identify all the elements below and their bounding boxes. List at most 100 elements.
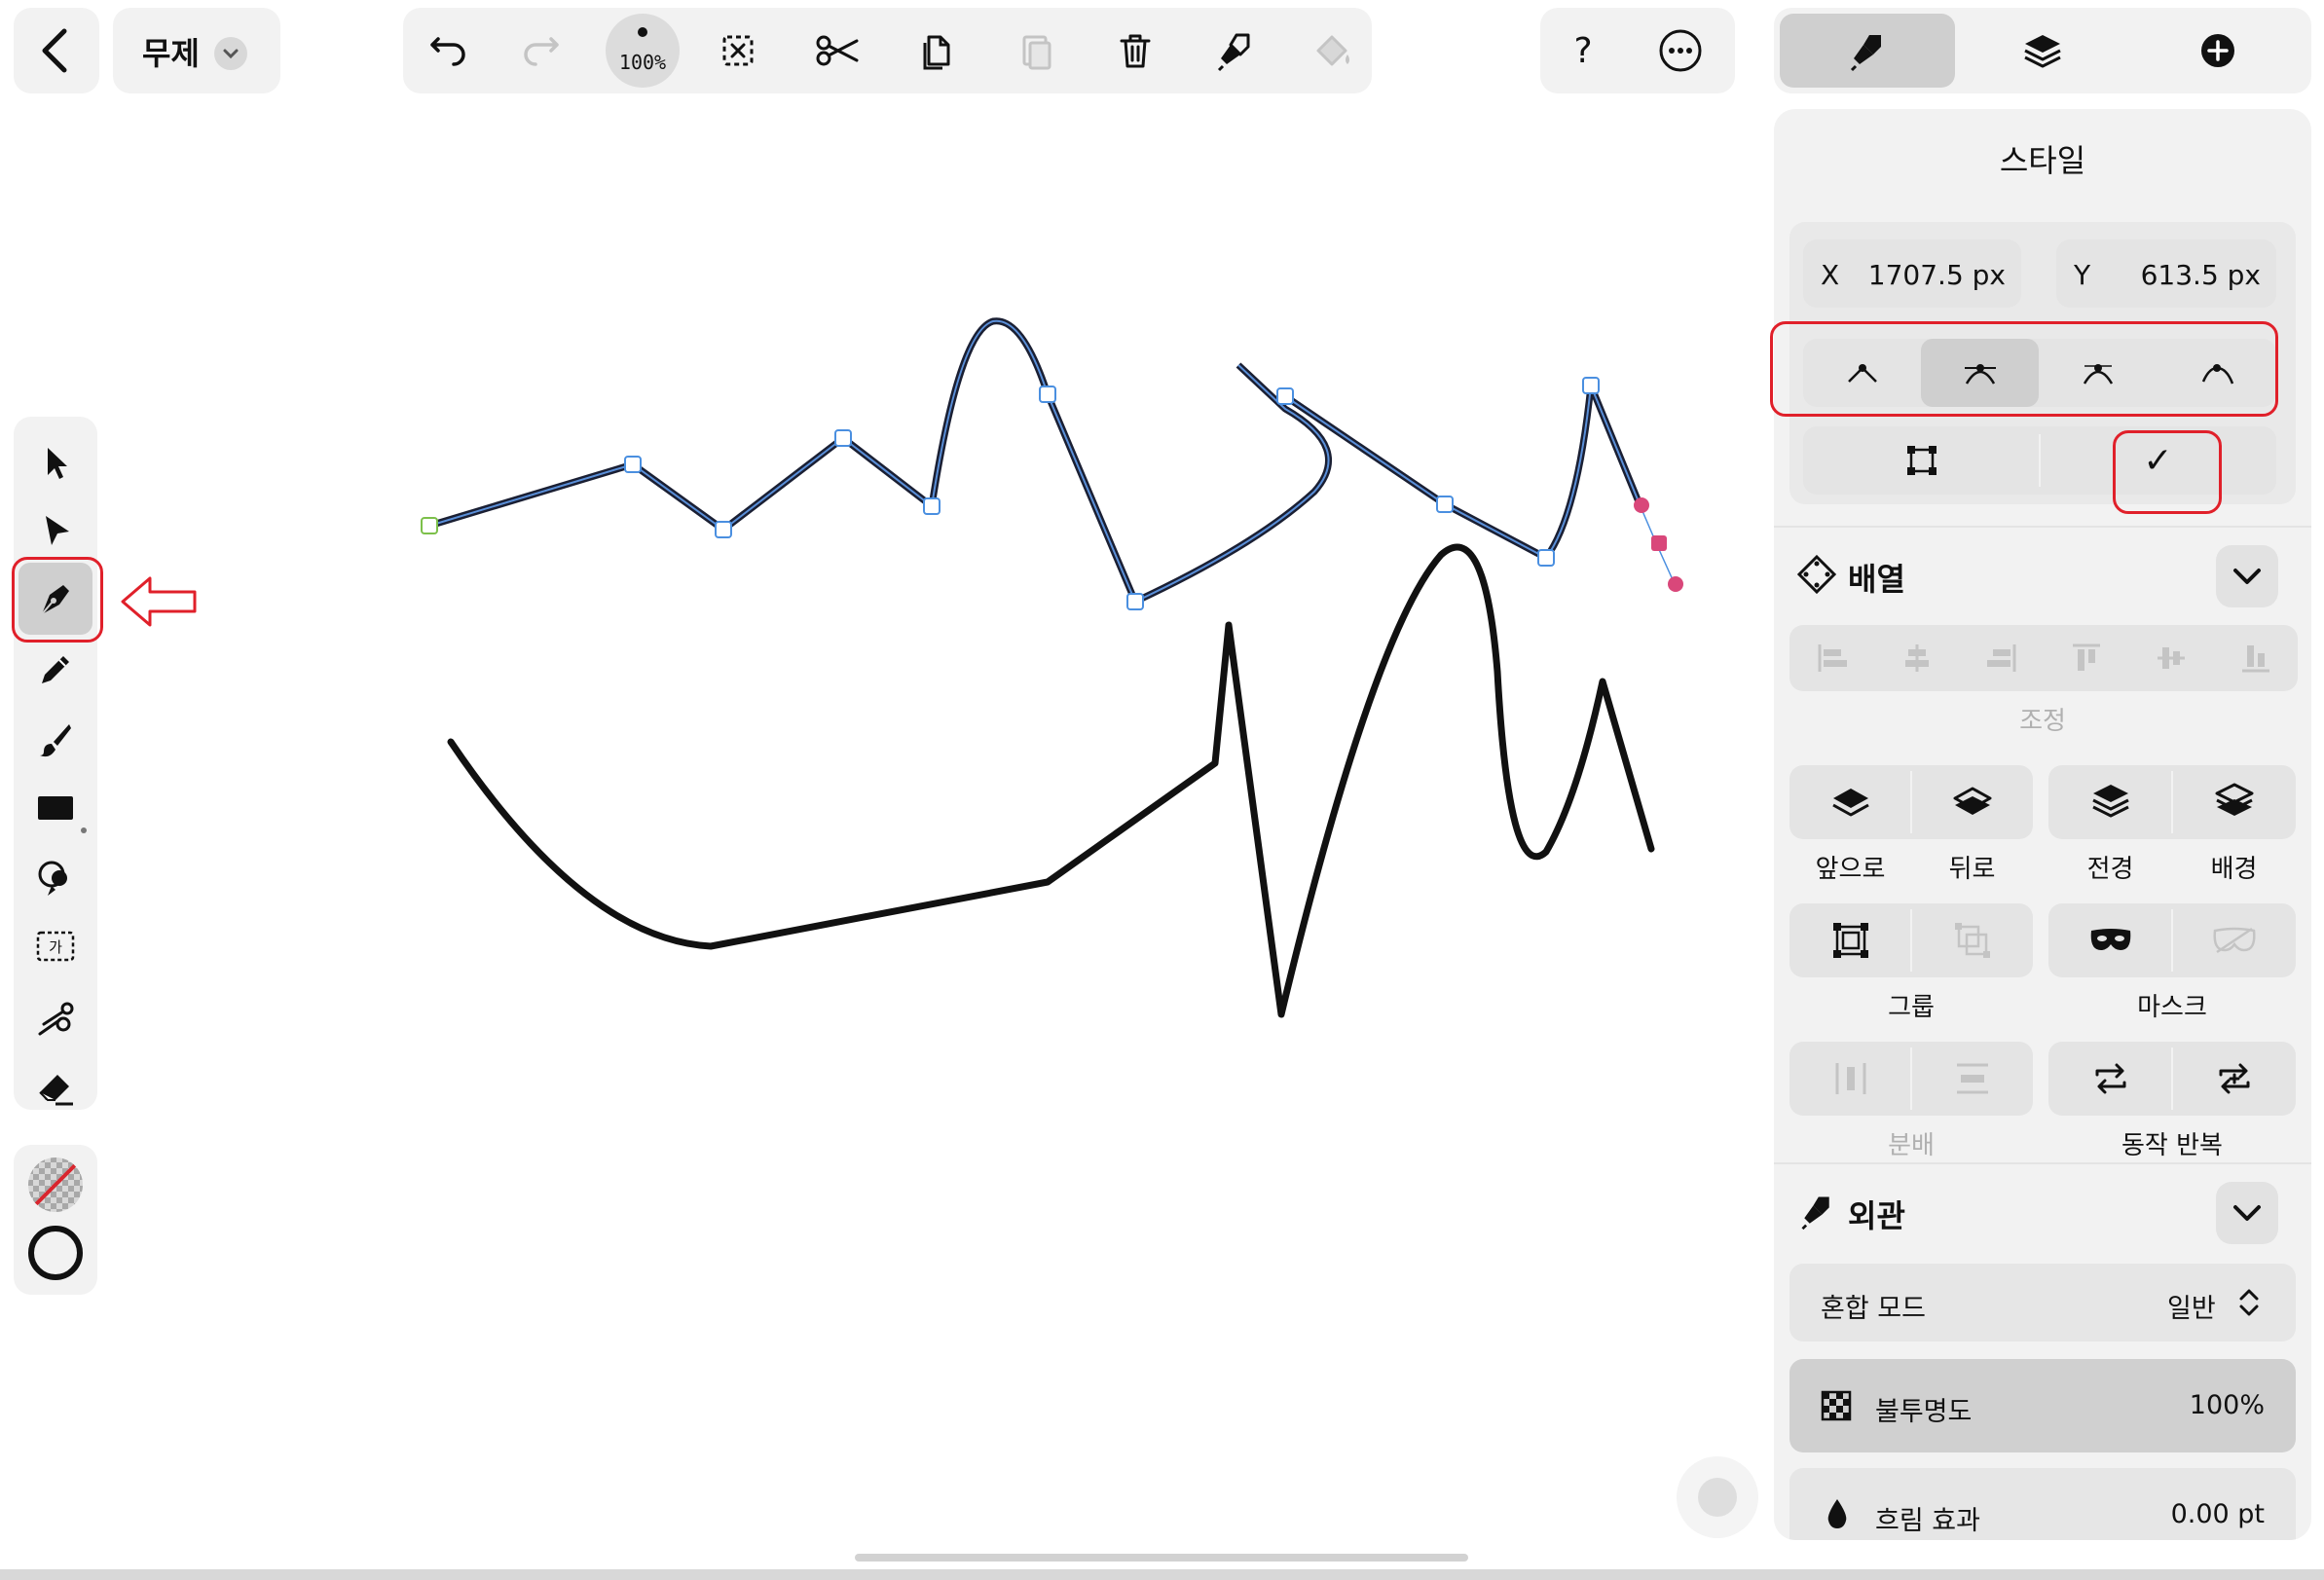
distribute-horizontal-button[interactable]: [1789, 1042, 1911, 1116]
layer-down-icon: [1953, 787, 1991, 815]
top-toolbar: 100%: [403, 8, 1372, 93]
zoom-level: 100%: [618, 51, 667, 74]
chevron-down-icon: [2233, 1205, 2261, 1221]
repeat-action-label: 동작 반복: [2121, 1131, 2223, 1160]
opacity-label: 불투명도: [1875, 1397, 1973, 1427]
panel-title: 스타일: [1999, 142, 2086, 179]
align-right-button[interactable]: [1959, 625, 2044, 691]
distribute-label: 분배: [1888, 1131, 1935, 1160]
align-middle-button[interactable]: [2128, 625, 2213, 691]
document-title-menu[interactable]: 무제: [113, 8, 280, 93]
back-button[interactable]: [14, 8, 99, 93]
ungroup-button[interactable]: [1911, 903, 2033, 977]
drawing-canvas[interactable]: [0, 97, 1772, 1538]
send-backward-button[interactable]: [1911, 765, 2033, 839]
distribute-vertical-button[interactable]: [1911, 1042, 2033, 1116]
align-top-button[interactable]: [2044, 625, 2128, 691]
unmask-button[interactable]: [2172, 903, 2296, 977]
group-label: 그룹: [1888, 993, 1935, 1022]
send-backward-label: 뒤로: [1948, 855, 1996, 884]
right-tabbar: [1774, 8, 2311, 93]
cut-button[interactable]: [804, 18, 870, 84]
x-field[interactable]: X 1707.5 px: [1803, 239, 2021, 308]
scissors-icon: [816, 35, 859, 66]
align-center-icon: [1904, 644, 1929, 672]
copy-button[interactable]: [904, 18, 970, 84]
tab-style[interactable]: [1780, 14, 1955, 88]
zoom-level-button[interactable]: 100%: [606, 14, 680, 88]
blend-mode-row[interactable]: 혼합 모드 일반: [1789, 1264, 2296, 1341]
order-front-most-group: [2048, 765, 2296, 839]
deselect-button[interactable]: [705, 18, 771, 84]
repeat-plus-icon: [2219, 1063, 2249, 1094]
y-label: Y: [2074, 259, 2091, 291]
plus-circle-icon: [2201, 34, 2234, 67]
redo-button[interactable]: [510, 18, 576, 84]
group-icon: [1832, 923, 1868, 958]
mask-button[interactable]: [2048, 903, 2172, 977]
opacity-value: 100%: [2189, 1390, 2265, 1420]
mask-label: 마스크: [2137, 993, 2207, 1022]
paste-style-button[interactable]: [1299, 18, 1365, 84]
bring-forward-label: 앞으로: [1815, 855, 1886, 884]
repeat-icon: [2095, 1063, 2125, 1094]
appearance-collapse-button[interactable]: [2216, 1182, 2278, 1244]
paint-bucket-icon: [1316, 35, 1349, 66]
chevron-left-icon: [42, 28, 67, 73]
align-center-button[interactable]: [1874, 625, 1959, 691]
y-field[interactable]: Y 613.5 px: [2056, 239, 2276, 308]
align-bottom-button[interactable]: [2213, 625, 2298, 691]
distribute-controls: [1789, 1042, 2033, 1116]
group-button[interactable]: [1789, 903, 1911, 977]
arrange-title: 배열: [1848, 561, 1905, 598]
unmask-icon: [2212, 927, 2256, 954]
align-top-icon: [2072, 643, 2100, 671]
floating-modifier-button[interactable]: [1677, 1456, 1758, 1538]
paste-button[interactable]: [1003, 18, 1069, 84]
repeat-action-button[interactable]: [2048, 1042, 2172, 1116]
x-label: X: [1821, 259, 1840, 291]
arrange-collapse-button[interactable]: [2216, 545, 2278, 607]
layers-front-icon: [2091, 785, 2129, 818]
layers-back-icon: [2215, 783, 2253, 816]
distribute-horizontal-icon: [1835, 1063, 1865, 1094]
adjust-label: 조정: [2019, 707, 2066, 736]
bring-forward-button[interactable]: [1789, 765, 1911, 839]
layers-icon: [2024, 35, 2061, 68]
zoom-dot-icon: [638, 27, 647, 37]
tab-layers[interactable]: [1955, 14, 2130, 88]
document-title: 무제: [142, 35, 200, 72]
bounding-box-toggle[interactable]: [1803, 426, 2040, 495]
bring-to-front-button[interactable]: [2048, 765, 2172, 839]
mask-icon: [2090, 929, 2130, 950]
copy-style-button[interactable]: [1201, 18, 1268, 84]
control-handles[interactable]: [1634, 497, 1683, 592]
deselect-icon: [722, 35, 754, 66]
blur-label: 흐림 효과: [1875, 1506, 1980, 1536]
style-brush-icon: [1850, 35, 1881, 72]
chevron-down-icon: [2233, 569, 2261, 584]
help-more-group: ?: [1540, 8, 1735, 93]
repeat-duplicate-button[interactable]: [2172, 1042, 2296, 1116]
blur-slider[interactable]: 흐림 효과 0.00 pt: [1789, 1468, 2296, 1540]
help-button[interactable]: ?: [1550, 18, 1616, 84]
undo-button[interactable]: [413, 18, 479, 84]
blur-value: 0.00 pt: [2170, 1499, 2265, 1529]
stroke-curve-bottom[interactable]: [447, 543, 1655, 1018]
mask-controls: [2048, 903, 2296, 977]
align-left-button[interactable]: [1789, 625, 1874, 691]
send-to-back-button[interactable]: [2172, 765, 2296, 839]
copy-icon: [923, 35, 950, 70]
highlight-confirm-button: [2113, 430, 2222, 514]
delete-button[interactable]: [1102, 18, 1168, 84]
tab-add[interactable]: [2130, 14, 2306, 88]
x-value: 1707.5 px: [1867, 259, 2006, 291]
order-front-back-group: [1789, 765, 2033, 839]
opacity-slider[interactable]: 불투명도 100%: [1789, 1359, 2296, 1452]
undo-icon: [430, 37, 465, 66]
home-indicator: [855, 1554, 1468, 1562]
more-button[interactable]: [1647, 18, 1714, 84]
bring-to-front-label: 전경: [2086, 855, 2134, 884]
anchor-points[interactable]: [421, 377, 1600, 610]
selected-path[interactable]: [427, 317, 1676, 606]
